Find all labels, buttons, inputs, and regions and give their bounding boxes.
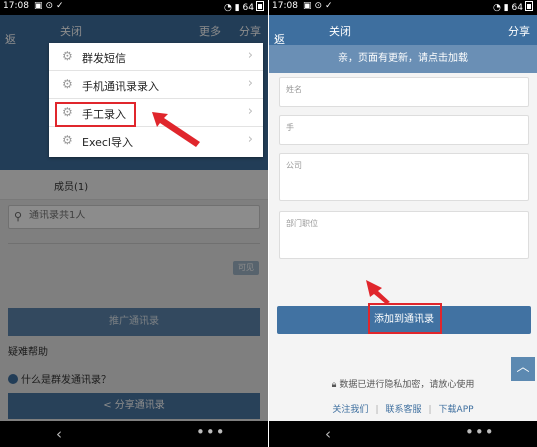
battery-level: 64: [511, 3, 523, 13]
status-right: ◔ ▮ 64: [224, 1, 264, 13]
nav-menu-icon[interactable]: •••: [196, 423, 226, 441]
update-banner[interactable]: 亲，页面有更新，请点击加载: [269, 45, 537, 73]
nav-menu-icon[interactable]: •••: [465, 423, 495, 441]
gear-icon: ⚙: [62, 49, 73, 63]
chevron-right-icon: ›: [247, 76, 253, 91]
company-placeholder: 公司: [286, 161, 302, 170]
name-field[interactable]: 姓名: [279, 77, 529, 107]
signal-icon: ▮: [234, 3, 240, 13]
highlight-box: [55, 102, 136, 127]
signal-icon: ▮: [503, 3, 509, 13]
lock-icon: 🔒︎: [331, 380, 337, 390]
department-field[interactable]: 部门职位: [279, 211, 529, 259]
link-separator: |: [428, 405, 432, 415]
privacy-note: 🔒︎ 数据已进行隐私加密，请放心使用: [331, 380, 475, 390]
status-bar: 17:08 ▣⊙✓ ◔ ▮ 64: [269, 0, 537, 15]
wifi-icon: ◔: [223, 3, 232, 13]
menu-item-phone-contacts[interactable]: ⚙ 手机通讯录录入 ›: [49, 71, 263, 99]
nav-back-icon[interactable]: ‹: [325, 425, 331, 443]
follow-us-link[interactable]: 关注我们: [332, 402, 368, 415]
menu-item-group-sms[interactable]: ⚙ 群发短信 ›: [49, 43, 263, 71]
status-time: 17:08: [272, 1, 298, 11]
link-separator: |: [375, 405, 379, 415]
chevron-right-icon: ›: [247, 104, 253, 119]
phone-placeholder: 手: [286, 123, 294, 132]
battery-level: 64: [242, 3, 254, 13]
status-time: 17:08: [3, 1, 29, 11]
battery-icon: [256, 1, 264, 11]
highlight-box: [368, 303, 442, 334]
share-button[interactable]: 分享: [508, 23, 530, 39]
status-bar: 17:08 ▣⊙✓ ◔ ▮ 64: [0, 0, 268, 15]
chevron-right-icon: ›: [247, 48, 253, 63]
gear-icon: ⚙: [62, 133, 73, 147]
contact-support-link[interactable]: 联系客服: [385, 402, 421, 415]
nav-back-icon[interactable]: ‹: [56, 425, 62, 443]
phone-field[interactable]: 手: [279, 115, 529, 145]
menu-item-label: Execl导入: [82, 136, 133, 149]
pointer-arrow-icon: [366, 280, 390, 304]
title-bar: ‹返回 关闭 分享: [269, 15, 537, 62]
battery-icon: [525, 1, 533, 11]
notification-icons: ▣⊙✓: [303, 1, 336, 11]
status-right: ◔ ▮ 64: [493, 1, 533, 13]
department-placeholder: 部门职位: [286, 219, 318, 228]
footer-links: 关注我们 | 联系客服 | 下载APP: [269, 402, 537, 415]
system-nav-bar: ‹ •••: [269, 421, 537, 447]
menu-item-label: 群发短信: [82, 52, 126, 65]
right-phone-screen: 17:08 ▣⊙✓ ◔ ▮ 64 ‹返回 关闭 分享 亲，页面有更新，请点击加载…: [269, 0, 537, 447]
pointer-arrow-icon: [152, 112, 200, 147]
wifi-icon: ◔: [492, 3, 501, 13]
system-nav-bar: ‹ •••: [0, 421, 268, 447]
gear-icon: ⚙: [62, 77, 73, 91]
left-phone-screen: 17:08 ▣⊙✓ ◔ ▮ 64 ‹返回 关闭 更多 分享 成员(1) ⚲ 可见…: [0, 0, 268, 447]
company-field[interactable]: 公司: [279, 153, 529, 201]
close-button[interactable]: 关闭: [329, 23, 351, 39]
menu-item-label: 手机通讯录录入: [82, 80, 159, 93]
download-app-link[interactable]: 下载APP: [439, 402, 474, 415]
name-placeholder: 姓名: [286, 85, 302, 94]
notification-icons: ▣⊙✓: [34, 1, 67, 11]
chevron-right-icon: ›: [247, 132, 253, 147]
